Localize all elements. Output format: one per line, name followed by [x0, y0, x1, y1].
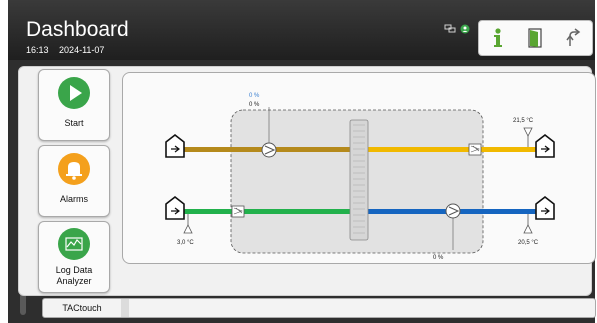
top-fan-setpoint-pct: 0 %	[249, 93, 260, 99]
outdoor-house-icon	[165, 195, 185, 220]
alarms-label: Alarms	[59, 194, 88, 204]
top-toolbar	[478, 20, 593, 56]
user-status-icon	[460, 24, 470, 34]
chart-icon	[58, 228, 90, 260]
exhaust-house-icon	[535, 195, 555, 220]
bottom-fan-actual-pct: 0 %	[433, 255, 444, 261]
footer-bar: TACtouch	[42, 298, 596, 318]
outdoor-temp-sensor-icon	[183, 214, 193, 234]
datetime: 16:13 2024-11-07	[26, 45, 104, 55]
start-button[interactable]: Start	[38, 69, 110, 141]
play-icon	[58, 77, 90, 109]
supply-temp-sensor-icon	[523, 127, 533, 147]
back-arrow-icon	[565, 28, 580, 46]
outdoor-duct	[183, 209, 351, 214]
date-text: 2024-11-07	[59, 45, 105, 55]
log-label: Log Data Analyzer	[39, 265, 109, 287]
supply-house-icon	[535, 133, 555, 158]
alarms-button[interactable]: Alarms	[38, 145, 110, 217]
time-text: 16:13	[26, 45, 49, 55]
back-button[interactable]	[562, 26, 584, 50]
supply-duct	[367, 147, 542, 152]
log-label-line2: Analyzer	[56, 276, 92, 286]
network-icon	[444, 24, 456, 33]
header-bar: Dashboard 16:13 2024-11-07	[8, 0, 595, 60]
page-title: Dashboard	[26, 18, 129, 41]
supply-fan-icon	[445, 203, 461, 219]
ventilation-svg: 0 % 0 % 21,5 °C 3,0 °C 20,5 °C 0 % 0 %	[165, 93, 555, 269]
exhaust-temp-sensor-icon	[523, 214, 533, 234]
exhaust-temp-value: 20,5 °C	[518, 240, 539, 246]
ventilation-diagram: 0 % 0 % 21,5 °C 3,0 °C 20,5 °C 0 % 0 %	[122, 72, 596, 269]
extract-house-icon	[165, 133, 185, 158]
info-button[interactable]	[488, 26, 508, 50]
info-icon	[493, 28, 502, 47]
log-data-analyzer-button[interactable]: Log Data Analyzer	[38, 221, 110, 293]
door-icon	[527, 28, 542, 48]
top-fan-actual-pct: 0 %	[249, 102, 260, 108]
tactouch-tab[interactable]: TACtouch	[43, 299, 122, 317]
footer-divider	[121, 299, 129, 317]
extract-fan-icon	[261, 142, 277, 158]
heat-exchanger	[349, 119, 369, 241]
supply-filter-icon	[468, 143, 482, 156]
supply-temp-value: 21,5 °C	[513, 118, 534, 124]
status-icons	[444, 24, 470, 34]
app-window: Dashboard 16:13 2024-11-07 Start Alarms …	[8, 0, 596, 323]
outdoor-temp-value: 3,0 °C	[177, 240, 194, 246]
start-label: Start	[64, 118, 84, 128]
door-button[interactable]	[525, 26, 545, 50]
log-label-line1: Log Data	[55, 265, 93, 275]
outdoor-filter-icon	[231, 205, 245, 218]
bell-icon	[58, 153, 90, 185]
